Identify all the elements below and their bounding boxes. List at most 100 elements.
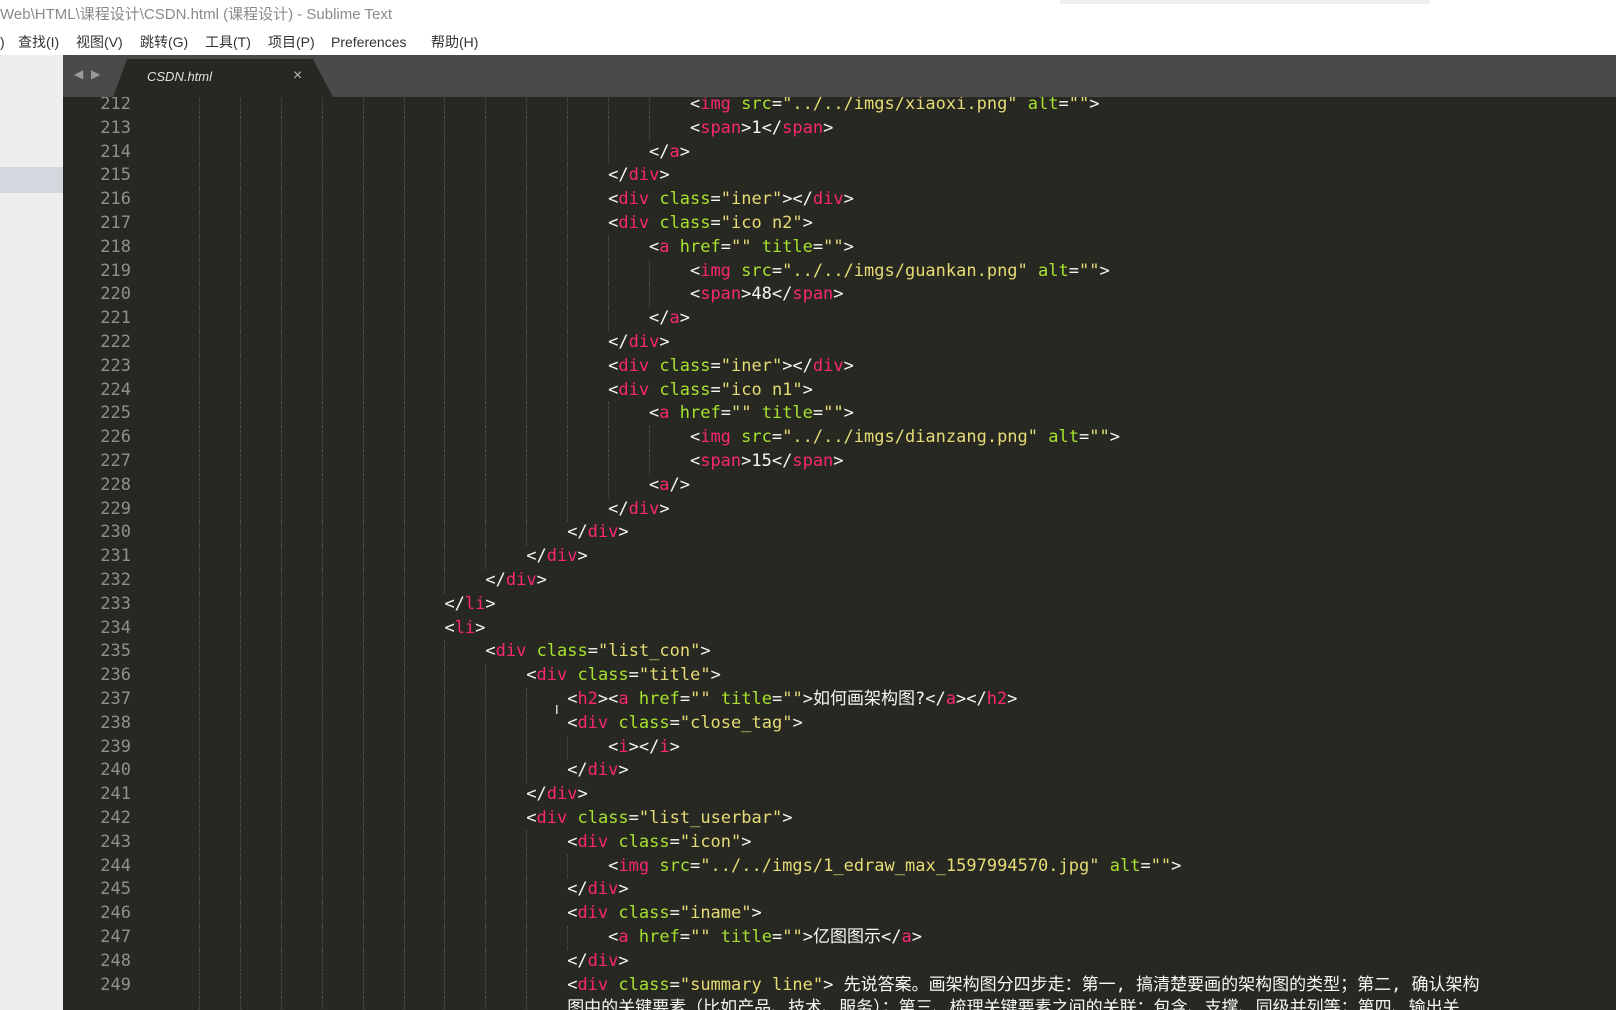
code-line[interactable]: 235 <div class="list_con"> [63, 640, 1616, 665]
line-number: 237 [100, 689, 131, 709]
code-line[interactable]: 226 <img src="../../imgs/dianzang.png" al… [63, 426, 1616, 450]
code-line[interactable]: 220 <span>48</span> [63, 283, 1616, 308]
code-token: = [710, 379, 721, 400]
indent-guide [280, 426, 282, 450]
indent-guide [280, 97, 282, 117]
code-line[interactable]: 223 <div class="iner"></div> [63, 354, 1616, 379]
code-token: < [649, 236, 660, 257]
code-line[interactable]: 230 </div> [63, 521, 1616, 546]
indent-guide [444, 878, 446, 903]
code-line[interactable]: 246 <div class="iname"> [63, 902, 1616, 926]
code-line[interactable]: 241 </div> [63, 783, 1616, 807]
indent-guide [239, 878, 241, 903]
code-line[interactable]: 242 <div class="list_userbar"> [63, 807, 1616, 831]
indent-guide [321, 164, 323, 189]
indent-guide [608, 473, 610, 498]
indent-guide [403, 354, 405, 379]
menu-item[interactable]: Preferences [331, 29, 406, 55]
code-token: href [638, 927, 680, 947]
indent-guide [608, 426, 610, 450]
tab-prev-icon[interactable]: ◀ [74, 67, 83, 81]
menu-item[interactable]: 视图(V) [76, 29, 123, 55]
code-line[interactable]: 249 <div class="summary line"> 先说答案。画架构图分… [63, 973, 1616, 998]
line-number: 238 [100, 712, 131, 733]
code-line[interactable]: 229 </div> [63, 497, 1616, 522]
menu-item[interactable]: 跳转(G) [140, 29, 188, 55]
code-token: "iner" [720, 355, 783, 376]
menu-item[interactable]: 查找(I) [18, 29, 59, 55]
code-token: > [700, 641, 711, 662]
tab-next-icon[interactable]: ▶ [91, 67, 100, 81]
menu-item[interactable]: 帮助(H) [431, 29, 478, 55]
indent-guide [362, 759, 364, 784]
indent-guide [526, 283, 528, 308]
code-line[interactable]: 214 </a> [63, 140, 1616, 165]
code-token: div [812, 189, 844, 210]
code-line[interactable]: 213 <span>1</span> [63, 116, 1616, 141]
indent-guide [321, 854, 323, 879]
indent-guide [321, 331, 323, 355]
code-line[interactable]: 247 <a href="" title="">亿图图示</a> [63, 926, 1616, 950]
code-line[interactable]: 234 <li> [63, 616, 1616, 641]
code-line[interactable]: 219 <img src="../../imgs/guankan.png" alt… [63, 259, 1616, 284]
code-line[interactable]: 225 <a href="" title=""> [63, 402, 1616, 427]
code-line[interactable]: 221 </a> [63, 307, 1616, 331]
indent-guide [608, 450, 610, 474]
indent-guide [280, 997, 282, 1010]
indent-guide [567, 473, 569, 498]
code-token: = [812, 236, 824, 257]
indent-guide [198, 711, 200, 736]
code-line[interactable]: 239 <i></i> [63, 735, 1616, 760]
sidebar-selected-item[interactable] [0, 167, 63, 193]
line-number: 220 [100, 284, 131, 305]
menu-item[interactable]: ) [0, 29, 5, 55]
indent-guide [239, 331, 241, 355]
code-line[interactable]: 233 </li> [63, 592, 1616, 617]
code-token: ></ [955, 689, 987, 709]
code-line[interactable]: 215 </div> [63, 164, 1616, 189]
indent-guide [485, 140, 487, 165]
indent-guide [444, 949, 446, 974]
code-token: </ [444, 593, 465, 614]
code-line[interactable]: 245 </div> [63, 878, 1616, 903]
tab-close-icon[interactable]: × [293, 67, 302, 85]
line-number: 225 [100, 403, 131, 424]
indent-guide [444, 378, 446, 403]
menu-bar: ) 查找(I) 视图(V) 跳转(G) 工具(T) 项目(P) Preferences 帮助(… [0, 29, 1616, 55]
code-token: class [659, 379, 711, 400]
indent-guide [526, 164, 528, 189]
code-token: src [741, 427, 772, 448]
code-line[interactable]: 244 <img src="../../imgs/1_edraw_max_1597… [63, 854, 1616, 879]
code-line[interactable]: 248 </div> [63, 949, 1616, 974]
code-line[interactable]: 228 <a/> [63, 473, 1616, 498]
code-line[interactable]: 216 <div class="iner"></div> [63, 188, 1616, 212]
code-text: <span>1</span> [690, 117, 833, 141]
code-line[interactable]: 图中的关键要素（比如产品、技术、服务）；第三、梳理关键要素之间的关联：包含、支撑… [63, 997, 1616, 1010]
window-title: Web\HTML\课程设计\CSDN.html (课程设计) - Sublime… [0, 6, 393, 23]
menu-item[interactable]: 工具(T) [205, 29, 251, 55]
code-line[interactable]: 240 </div> [63, 759, 1616, 784]
code-line[interactable]: 217 <div class="ico n2"> [63, 212, 1616, 236]
indent-guide [239, 307, 241, 331]
code-line[interactable]: 227 <span>15</span> [63, 450, 1616, 474]
tab-csdn-html[interactable]: CSDN.html × [127, 59, 313, 97]
code-line[interactable]: 231 </div> [63, 545, 1616, 569]
code-line[interactable]: 243 <div class="icon"> [63, 830, 1616, 855]
menu-item[interactable]: 项目(P) [268, 29, 315, 55]
code-line[interactable]: 224 <div class="ico n1"> [63, 378, 1616, 403]
code-token: </ [649, 141, 670, 162]
code-line[interactable]: 218 <a href="" title=""> [63, 235, 1616, 260]
code-editor[interactable]: 212 <img src="../../imgs/xiaoxi.png" alt=… [63, 97, 1616, 1010]
code-line[interactable]: 222 </div> [63, 331, 1616, 355]
indent-guide [198, 450, 200, 474]
indent-guide [198, 354, 200, 379]
indent-guide [403, 331, 405, 355]
code-line[interactable]: 237 <h2><a href="" title="">如何画架构图?</a></… [63, 688, 1616, 712]
code-line[interactable]: 232 </div> [63, 569, 1616, 593]
code-line[interactable]: 238 <div class="close_tag"> [63, 711, 1616, 736]
code-line[interactable]: 236 <div class="title"> [63, 664, 1616, 688]
code-token: a [669, 308, 680, 329]
code-token: a [659, 236, 670, 257]
code-line[interactable]: 212 <img src="../../imgs/xiaoxi.png" alt=… [63, 97, 1616, 117]
